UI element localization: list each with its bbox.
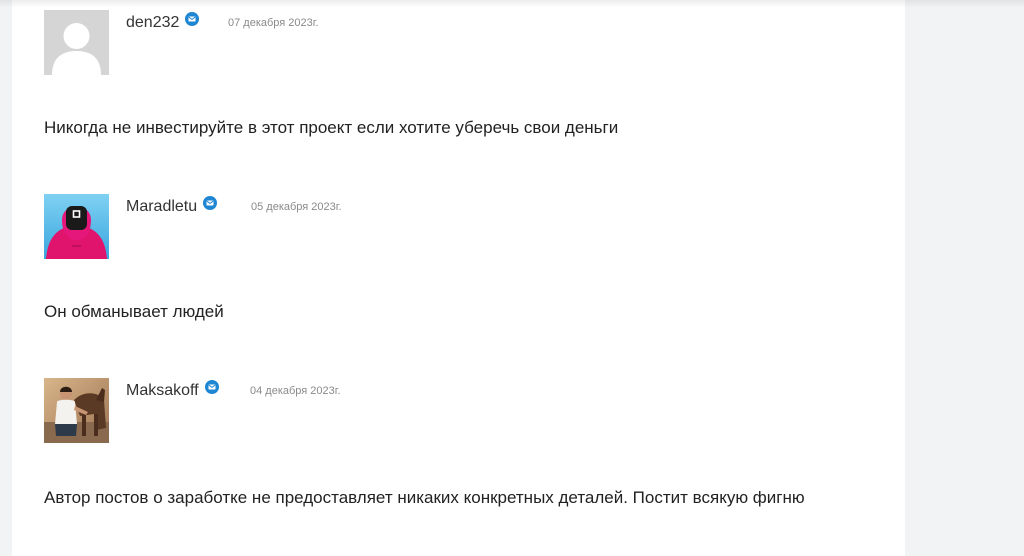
comment-author[interactable]: Maksakoff	[126, 380, 219, 400]
comment-author[interactable]: den232	[126, 12, 200, 32]
author-name[interactable]: den232	[126, 14, 179, 31]
verified-badge-icon	[203, 196, 218, 210]
comment-date: 07 декабря 2023г.	[228, 17, 319, 29]
comment-date: 05 декабря 2023г.	[251, 201, 342, 213]
pink-guard-avatar[interactable]	[44, 194, 109, 259]
comment-text: Он обманывает людей	[44, 302, 224, 321]
header-shadow	[0, 0, 1024, 8]
comment-date: 04 декабря 2023г.	[250, 385, 341, 397]
comment-author[interactable]: Maradletu	[126, 196, 218, 216]
default-user-avatar[interactable]	[44, 10, 109, 75]
author-name[interactable]: Maradletu	[126, 198, 197, 215]
horse-rider-avatar[interactable]	[44, 378, 109, 443]
comments-card: den232 07 декабря 2023г. Никогда не инве…	[12, 0, 905, 556]
verified-badge-icon	[204, 380, 219, 394]
comment-text: Автор постов о заработке не предоставляе…	[44, 488, 805, 507]
verified-badge-icon	[185, 12, 200, 26]
author-name[interactable]: Maksakoff	[126, 382, 199, 399]
comment-text: Никогда не инвестируйте в этот проект ес…	[44, 118, 619, 137]
